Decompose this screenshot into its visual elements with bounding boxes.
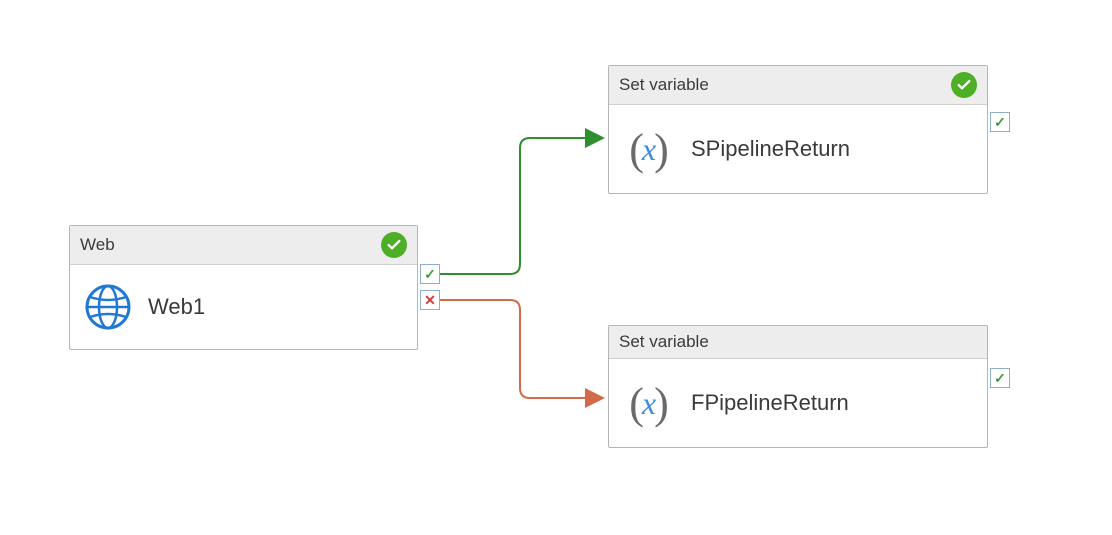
success-output-port[interactable]: ✓ [420,264,440,284]
check-icon: ✓ [424,266,436,283]
variable-icon: (x) [623,377,675,429]
check-icon: ✓ [994,370,1006,387]
node-type-label: Set variable [619,75,709,95]
success-output-port[interactable]: ✓ [990,368,1010,388]
node-name-label: SPipelineReturn [691,136,850,162]
node-body: Web1 [70,265,417,349]
success-status-icon [951,72,977,98]
node-type-label: Web [80,235,115,255]
cross-icon: ✕ [424,292,436,309]
activity-node-web[interactable]: Web Web1 [69,225,418,350]
failure-output-port[interactable]: ✕ [420,290,440,310]
node-header: Web [70,226,417,265]
success-status-icon [381,232,407,258]
node-header: Set variable [609,66,987,105]
globe-icon [84,283,132,331]
activity-node-spipelinereturn[interactable]: Set variable (x) SPipelineReturn [608,65,988,194]
check-icon: ✓ [994,114,1006,131]
node-header: Set variable [609,326,987,359]
pipeline-canvas: Web Web1 ✓ ✕ Set vari [0,0,1112,535]
variable-icon: (x) [623,123,675,175]
node-body: (x) SPipelineReturn [609,105,987,193]
node-type-label: Set variable [619,332,709,352]
success-output-port[interactable]: ✓ [990,112,1010,132]
node-body: (x) FPipelineReturn [609,359,987,447]
activity-node-fpipelinereturn[interactable]: Set variable (x) FPipelineReturn [608,325,988,448]
node-name-label: FPipelineReturn [691,390,849,416]
node-name-label: Web1 [148,294,205,320]
